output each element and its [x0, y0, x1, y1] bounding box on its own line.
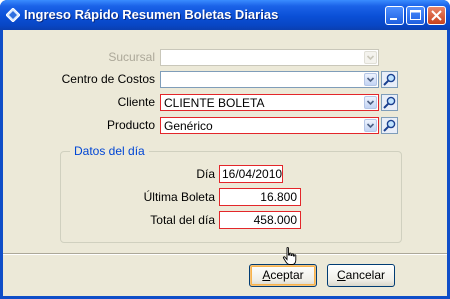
producto-search-button[interactable] [381, 117, 398, 134]
app-diamond-icon [5, 7, 21, 23]
close-icon [431, 10, 442, 21]
chevron-down-icon[interactable] [364, 51, 377, 64]
datos-del-dia-title: Datos del día [70, 144, 149, 158]
window-title: Ingreso Rápido Resumen Boletas Diarias [24, 7, 279, 22]
producto-label: Producto [106, 118, 155, 132]
sucursal-select[interactable] [160, 49, 379, 66]
accept-button[interactable]: Aceptar [249, 264, 317, 287]
accept-label: ceptar [270, 268, 304, 282]
maximize-button[interactable] [406, 6, 425, 25]
dialog-window: Ingreso Rápido Resumen Boletas Diarias S… [0, 0, 450, 299]
dialog-body: Sucursal Centro de Costos Cliente CLIENT… [3, 30, 447, 296]
cancel-label: ancelar [345, 268, 386, 282]
magnifier-icon [383, 73, 396, 86]
ultima-boleta-value: 16.800 [260, 190, 297, 204]
chevron-down-icon[interactable] [364, 119, 377, 132]
centro-costos-label: Centro de Costos [61, 72, 155, 86]
total-dia-field[interactable]: 458.000 [219, 211, 301, 229]
magnifier-icon [383, 96, 396, 109]
dia-label: Día [196, 167, 215, 181]
cancel-button[interactable]: Cancelar [327, 264, 395, 287]
producto-value: Genérico [164, 119, 213, 133]
sucursal-label: Sucursal [108, 50, 155, 64]
chevron-down-icon[interactable] [364, 96, 377, 109]
cliente-select[interactable]: CLIENTE BOLETA [160, 94, 379, 111]
cliente-value: CLIENTE BOLETA [164, 96, 265, 110]
minimize-icon [390, 18, 397, 20]
footer-separator [3, 253, 447, 255]
total-dia-label: Total del día [150, 213, 215, 227]
centro-costos-search-button[interactable] [381, 71, 398, 88]
total-dia-value: 458.000 [253, 213, 297, 227]
cancel-mnemonic: C [336, 268, 346, 282]
magnifier-icon [383, 119, 396, 132]
hand-cursor-icon [282, 247, 297, 265]
dia-field[interactable]: 16/04/2010 [219, 165, 283, 183]
maximize-icon [410, 10, 421, 20]
dia-value: 16/04/2010 [222, 167, 283, 181]
cliente-search-button[interactable] [381, 94, 398, 111]
minimize-button[interactable] [385, 6, 404, 25]
close-button[interactable] [427, 6, 446, 25]
chevron-down-icon[interactable] [364, 73, 377, 86]
ultima-boleta-label: Última Boleta [143, 190, 215, 204]
producto-select[interactable]: Genérico [160, 117, 379, 134]
title-bar[interactable]: Ingreso Rápido Resumen Boletas Diarias [0, 0, 450, 30]
cliente-label: Cliente [117, 95, 155, 109]
ultima-boleta-field[interactable]: 16.800 [219, 188, 301, 206]
centro-costos-select[interactable] [160, 71, 379, 88]
